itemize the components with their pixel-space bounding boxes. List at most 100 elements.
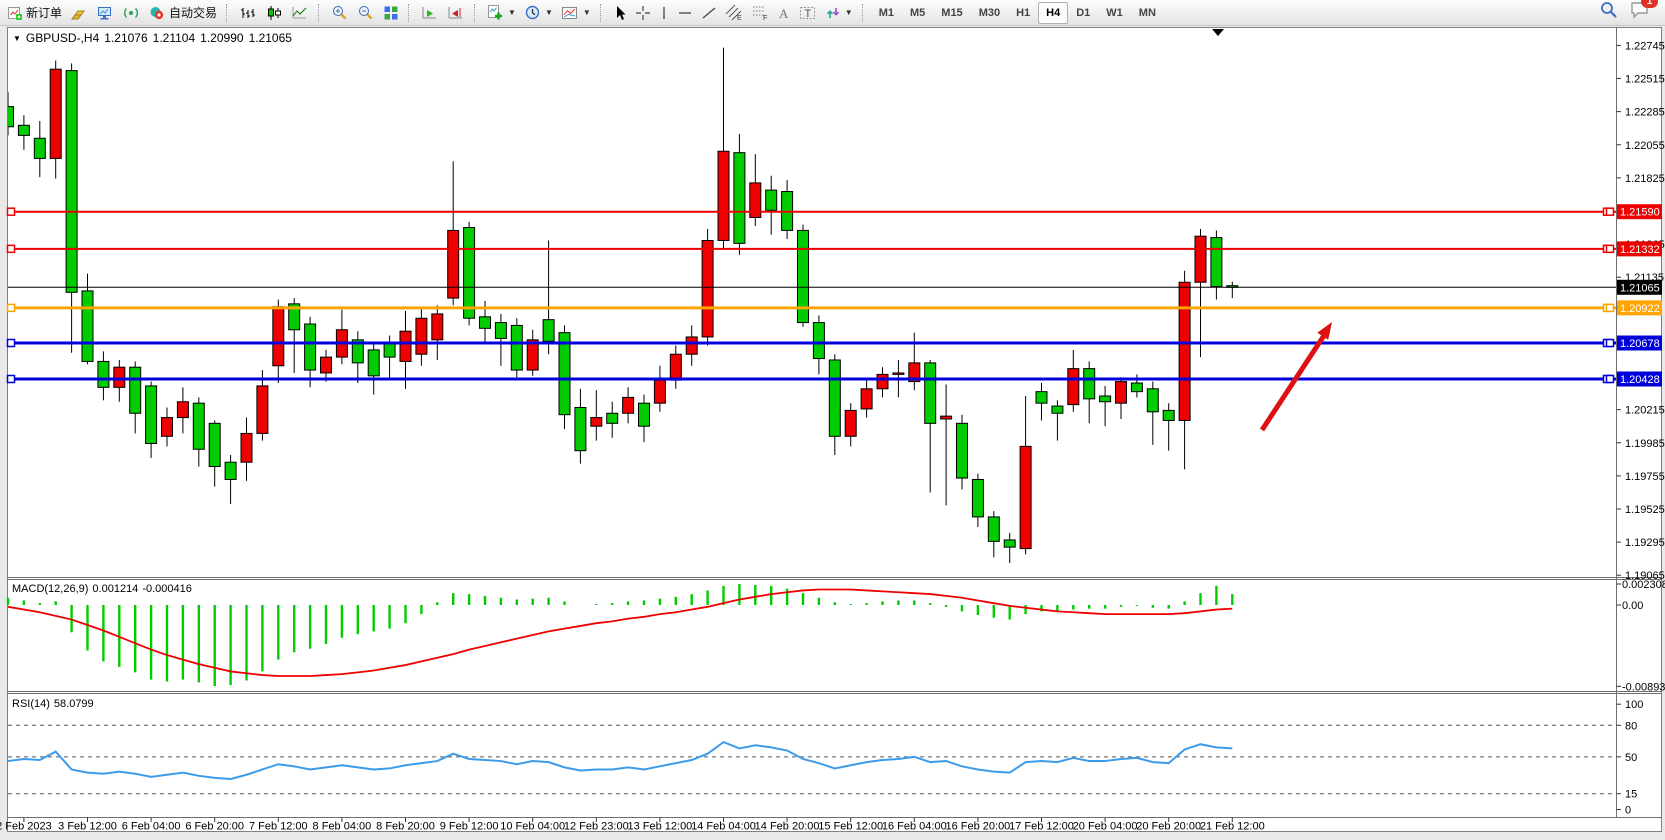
tf-button-W1[interactable]: W1	[1098, 2, 1131, 24]
rsi-axis-label: 80	[1625, 720, 1637, 732]
tf-button-M5[interactable]: M5	[902, 2, 933, 24]
toolbar-separator	[600, 4, 605, 22]
candle	[305, 324, 316, 370]
tf-button-M15[interactable]: M15	[933, 2, 970, 24]
fibonacci-button[interactable]: F	[747, 2, 773, 24]
cursor-button[interactable]	[609, 2, 631, 24]
candle	[1131, 383, 1142, 392]
text-label-button[interactable]: T	[795, 2, 821, 24]
tf-button-M30[interactable]: M30	[971, 2, 1008, 24]
ohlc-low: 1.20990	[200, 31, 243, 45]
arrows-button[interactable]: ▼	[821, 2, 857, 24]
candle	[177, 402, 188, 418]
time-label: 14 Feb 20:00	[755, 821, 820, 833]
tag-handle	[1607, 208, 1614, 215]
line-handle[interactable]	[8, 208, 15, 215]
arrow-line[interactable]	[1262, 334, 1325, 430]
candle	[607, 413, 618, 423]
candle	[766, 190, 777, 210]
tf-button-H4[interactable]: H4	[1038, 2, 1068, 24]
text-button[interactable]: A	[773, 2, 795, 24]
candle	[1084, 369, 1095, 399]
tile-windows-button[interactable]	[379, 2, 403, 24]
chart-shift-button[interactable]	[443, 2, 469, 24]
time-label: 8 Feb 04:00	[313, 821, 372, 833]
chart-symbol: GBPUSD-,H4	[26, 31, 99, 45]
zoom-in-button[interactable]	[327, 2, 353, 24]
arrow-shapes-icon	[825, 5, 841, 21]
candle	[1163, 410, 1174, 420]
ohlc-high: 1.21104	[153, 31, 196, 45]
gold-bars-icon	[70, 5, 88, 21]
label-t-icon: T	[799, 5, 817, 21]
bar-chart-icon	[239, 5, 257, 21]
candle	[464, 228, 475, 319]
candle	[162, 418, 173, 437]
candlestick-chart-button[interactable]	[261, 2, 287, 24]
periods-button[interactable]: ▼	[520, 2, 557, 24]
candle	[1211, 238, 1222, 287]
vertical-line-button[interactable]	[655, 2, 673, 24]
candle	[1036, 392, 1047, 404]
auto-trading-button[interactable]: 自动交易	[144, 2, 221, 24]
tf-button-MN[interactable]: MN	[1131, 2, 1164, 24]
candle	[702, 240, 713, 336]
time-label: 6 Feb 04:00	[122, 821, 181, 833]
bar-chart-button[interactable]	[235, 2, 261, 24]
signals-button[interactable]	[118, 2, 144, 24]
line-handle[interactable]	[8, 304, 15, 311]
candle	[845, 410, 856, 436]
line-handle[interactable]	[8, 340, 15, 347]
zoom-out-button[interactable]	[353, 2, 379, 24]
horizontal-line-button[interactable]	[673, 2, 697, 24]
time-label: 8 Feb 20:00	[376, 821, 435, 833]
time-axis: 2 Feb 20233 Feb 12:006 Feb 04:006 Feb 20…	[0, 818, 1265, 833]
line-handle[interactable]	[8, 245, 15, 252]
equidistant-channel-button[interactable]: E	[721, 2, 747, 24]
price-tick-label: 1.19525	[1625, 504, 1665, 516]
tf-button-M1[interactable]: M1	[871, 2, 902, 24]
indicator-axis: 0.0023080.00-0.0089391008050150	[1617, 579, 1665, 817]
macd-signal-line	[8, 590, 1232, 676]
triangle-down-icon[interactable]: ▼	[13, 34, 21, 43]
new-order-button[interactable]: 新订单	[3, 2, 66, 24]
chat-button[interactable]: 1	[1629, 0, 1651, 25]
candle	[432, 314, 443, 340]
crosshair-button[interactable]	[631, 2, 655, 24]
macd-label: MACD(12,26,9)0.001214-0.000416	[12, 583, 196, 595]
timeframe-group: M1M5M15M30H1H4D1W1MN	[871, 2, 1164, 24]
indicators-button[interactable]: ▼	[483, 2, 520, 24]
templates-button[interactable]: ▼	[557, 2, 595, 24]
candle	[241, 433, 252, 462]
gold-button[interactable]	[66, 2, 92, 24]
rsi-line	[8, 742, 1232, 779]
candle	[1179, 282, 1190, 420]
tf-button-D1[interactable]: D1	[1068, 2, 1098, 24]
line-chart-button[interactable]	[287, 2, 313, 24]
arrow-annotation[interactable]	[1262, 322, 1332, 430]
auto-scroll-button[interactable]	[417, 2, 443, 24]
chevron-down-icon: ▼	[845, 8, 853, 17]
svg-text:F: F	[763, 15, 767, 21]
toolbar-separator	[226, 4, 231, 22]
price-tick-label: 1.22515	[1625, 74, 1665, 86]
arrow-head[interactable]	[1317, 322, 1332, 340]
search-icon[interactable]	[1599, 0, 1619, 25]
candle	[495, 323, 506, 339]
chart-shift-marker[interactable]	[1212, 29, 1224, 36]
tf-button-H1[interactable]: H1	[1008, 2, 1038, 24]
chart-shift-icon	[447, 5, 465, 21]
time-label: 10 Feb 04:00	[500, 821, 565, 833]
time-label: 6 Feb 20:00	[185, 821, 244, 833]
price-tag-label: 1.21332	[1620, 244, 1660, 256]
macd-axis-label: 0.00	[1622, 600, 1643, 612]
candle	[82, 291, 93, 362]
trendline-button[interactable]	[697, 2, 721, 24]
market-watch-button[interactable]	[92, 2, 118, 24]
price-axis: 1.227451.225151.222851.220551.218251.213…	[1607, 40, 1665, 582]
line-handle[interactable]	[8, 375, 15, 382]
time-label: 20 Feb 20:00	[1136, 821, 1201, 833]
time-label: 15 Feb 12:00	[818, 821, 883, 833]
chart-title: ▼ GBPUSD-,H4 1.21076 1.21104 1.20990 1.2…	[13, 31, 292, 45]
macd-axis-label: -0.008939	[1622, 681, 1665, 693]
